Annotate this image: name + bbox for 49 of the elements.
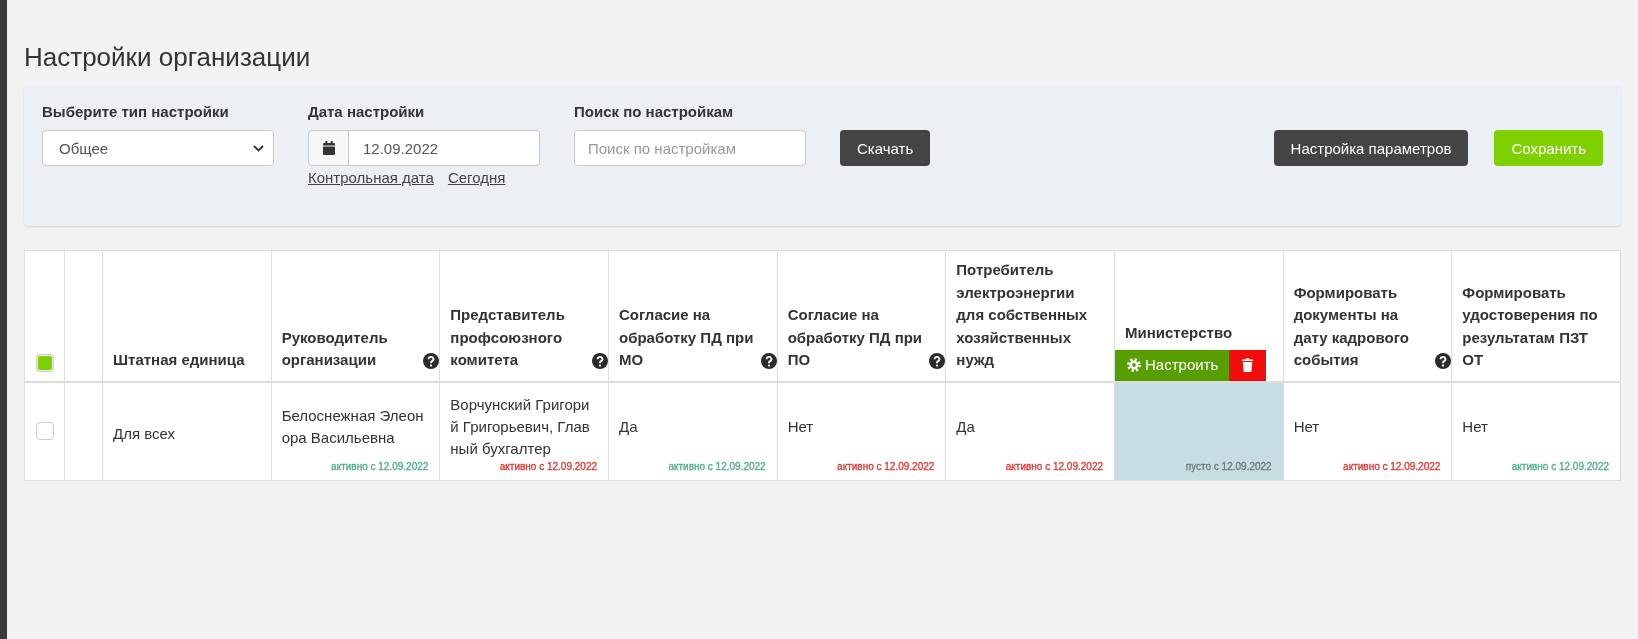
trash-icon <box>1242 358 1254 372</box>
column-header-text: Руководитель организации <box>281 327 389 370</box>
cell-value: Для всех <box>113 423 175 444</box>
help-icon[interactable] <box>592 352 608 369</box>
help-icon[interactable] <box>760 352 777 369</box>
select-all-checkbox[interactable] <box>35 353 54 372</box>
column-header-text: Согласие на обработку ПД при МО <box>619 305 755 370</box>
field-label: Поиск по настройкам <box>574 102 734 122</box>
cell-status: активно с 12.09.2022 <box>1343 459 1441 474</box>
cell-status: активно с 12.09.2022 <box>668 459 766 474</box>
column-header-text: Потребитель электроэнергии для собственных хозяйственных нужд <box>956 261 1088 368</box>
cell-status: пусто с 12.09.2022 <box>1185 459 1272 474</box>
cell-value: Да <box>619 416 638 437</box>
field-label: Выберите тип настройки <box>42 102 229 122</box>
download-button[interactable]: Скачать <box>840 130 931 166</box>
column-header-text: Формировать документы на дату кадрового события <box>1293 282 1410 370</box>
cell-value: Нет <box>1293 416 1320 437</box>
calendar-button[interactable] <box>308 130 349 166</box>
cell-value: Ворчунский Григорий Григорьевич, Главный бухгалтер <box>450 394 591 459</box>
cell-value: Да <box>956 416 975 437</box>
row-checkbox[interactable] <box>35 422 54 440</box>
cell-value: Белоснежная Элеонора Васильевна <box>281 405 425 448</box>
page-title: Настройки организации <box>24 43 311 72</box>
date-link[interactable]: Контрольная дата <box>308 168 434 188</box>
help-icon[interactable] <box>1435 352 1452 369</box>
parameters-button[interactable]: Настройка параметров <box>1273 130 1469 166</box>
field-label: Дата настройки <box>308 102 425 122</box>
date-link[interactable]: Сегодня <box>447 168 506 188</box>
cell-status: активно с 12.09.2022 <box>1005 459 1103 474</box>
chevron-down-icon <box>253 144 264 152</box>
cell-status: активно с 12.09.2022 <box>499 459 597 474</box>
cell-status: активно с 12.09.2022 <box>331 459 429 474</box>
cell-status: активно с 12.09.2022 <box>1511 459 1609 474</box>
cell-value: Нет <box>787 416 814 437</box>
cell-value: Нет <box>1462 416 1488 437</box>
delete-button[interactable] <box>1229 349 1267 381</box>
calendar-icon <box>322 141 335 155</box>
help-icon[interactable] <box>929 352 946 369</box>
column-header-text: Штатная единица <box>113 351 245 368</box>
search-field[interactable]: Поиск по настройкам <box>574 130 806 166</box>
cell-status: активно с 12.09.2022 <box>837 459 935 474</box>
column-header-text: Формировать удостоверения по результатам ПЗТ ОТ <box>1462 283 1598 368</box>
column-header-text: Представитель профсоюзного комитета <box>450 305 566 370</box>
gear-icon <box>1127 358 1141 372</box>
date-input[interactable]: 12.09.2022 <box>349 130 540 166</box>
type-select[interactable]: Общее <box>42 130 274 166</box>
help-icon[interactable] <box>423 352 440 369</box>
column-header-text: Согласие на обработку ПД при ПО <box>787 305 924 370</box>
column-header-text: Министерство <box>1125 324 1233 341</box>
